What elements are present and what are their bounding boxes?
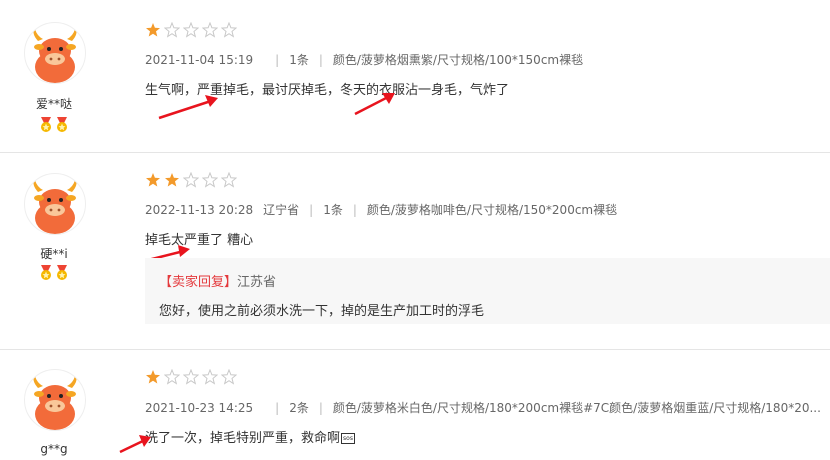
star-rating bbox=[145, 369, 237, 385]
star-icon bbox=[146, 370, 160, 384]
review-spec: 颜色/菠萝格米白色/尺寸规格/180*200cm裸毯#7C颜色/菠萝格烟重蓝/尺… bbox=[332, 401, 821, 415]
star-icon bbox=[165, 173, 179, 187]
reply-text: 您好，使用之前必须水洗一下，掉的是生产加工时的浮毛 bbox=[159, 304, 485, 319]
medal-icon bbox=[57, 265, 67, 280]
review-content: 洗了一次，掉毛特别严重，救命啊 sos bbox=[145, 427, 356, 446]
review-meta: 2021-10-23 14:25 | 2条 | 颜色/菠萝格米白色/尺寸规格/180*2… bbox=[145, 401, 821, 415]
reply-region: 江苏省 bbox=[237, 275, 277, 290]
reply-header: 【卖家回复】江苏省 bbox=[159, 271, 276, 290]
star-icon bbox=[202, 22, 218, 38]
review-item-1: 爱**哒 2021-11-04 15:19 | 1条 | 颜色/菠萝格烟熏紫/尺寸规格/… bbox=[0, 0, 830, 152]
star-icon bbox=[202, 369, 218, 385]
star-icon bbox=[221, 369, 237, 385]
review-meta: 2021-11-04 15:19 | 1条 | 颜色/菠萝格烟熏紫/尺寸规格/100*1… bbox=[145, 53, 584, 67]
cow-avatar-icon[interactable] bbox=[24, 173, 86, 235]
username: 爱**哒 bbox=[35, 97, 72, 111]
star-rating bbox=[145, 172, 237, 188]
review-count: 1条 bbox=[289, 53, 309, 67]
username: 硬**i bbox=[40, 247, 68, 261]
star-icon bbox=[183, 22, 199, 38]
seller-reply: 【卖家回复】江苏省 您好，使用之前必须水洗一下，掉的是生产加工时的浮毛 bbox=[145, 258, 830, 324]
user-medals bbox=[39, 117, 69, 133]
annotation-arrow bbox=[354, 93, 395, 116]
user-medals bbox=[39, 265, 69, 281]
review-spec: 颜色/菠萝格烟熏紫/尺寸规格/100*150cm裸毯 bbox=[332, 53, 584, 67]
medal-icon bbox=[41, 265, 51, 280]
review-spec: 颜色/菠萝格咖啡色/尺寸规格/150*200cm裸毯 bbox=[366, 203, 618, 217]
review-meta: 2022-11-13 20:28 辽宁省 | 1条 | 颜色/菠萝格咖啡色/尺寸规格/15… bbox=[145, 203, 618, 217]
missing-glyph-icon: sos bbox=[341, 433, 356, 444]
review-count: 2条 bbox=[289, 401, 309, 415]
review-date: 2021-10-23 14:25 bbox=[145, 401, 254, 415]
username: g**g bbox=[40, 442, 68, 456]
star-icon bbox=[221, 172, 237, 188]
cow-avatar-icon[interactable] bbox=[24, 22, 86, 84]
reply-tag: 【卖家回复】 bbox=[159, 275, 238, 290]
star-rating bbox=[145, 22, 237, 38]
star-icon bbox=[183, 172, 199, 188]
medal-icon bbox=[57, 117, 67, 132]
review-item-2: 硬**i 2022-11-13 20:28 辽宁省 | 1条 | 颜色/菠萝格咖啡色/尺寸… bbox=[0, 152, 830, 349]
review-count: 1条 bbox=[323, 203, 343, 217]
review-region: 辽宁省 bbox=[263, 203, 300, 217]
star-icon bbox=[164, 369, 180, 385]
star-icon bbox=[146, 23, 160, 37]
star-icon bbox=[202, 172, 218, 188]
review-date: 2021-11-04 15:19 bbox=[145, 53, 254, 67]
star-icon bbox=[164, 22, 180, 38]
star-icon bbox=[183, 369, 199, 385]
annotation-arrow bbox=[119, 435, 151, 454]
review-content-text: 洗了一次，掉毛特别严重，救命啊 bbox=[145, 431, 341, 446]
annotation-arrow bbox=[158, 95, 218, 120]
cow-avatar-icon[interactable] bbox=[24, 369, 86, 431]
review-item-3: g**g 2021-10-23 14:25 | 2条 | 颜色/菠萝格米白色/尺寸规格/… bbox=[0, 349, 830, 460]
review-date: 2022-11-13 20:28 bbox=[145, 203, 254, 217]
star-icon bbox=[146, 173, 160, 187]
star-icon bbox=[221, 22, 237, 38]
medal-icon bbox=[41, 117, 51, 132]
